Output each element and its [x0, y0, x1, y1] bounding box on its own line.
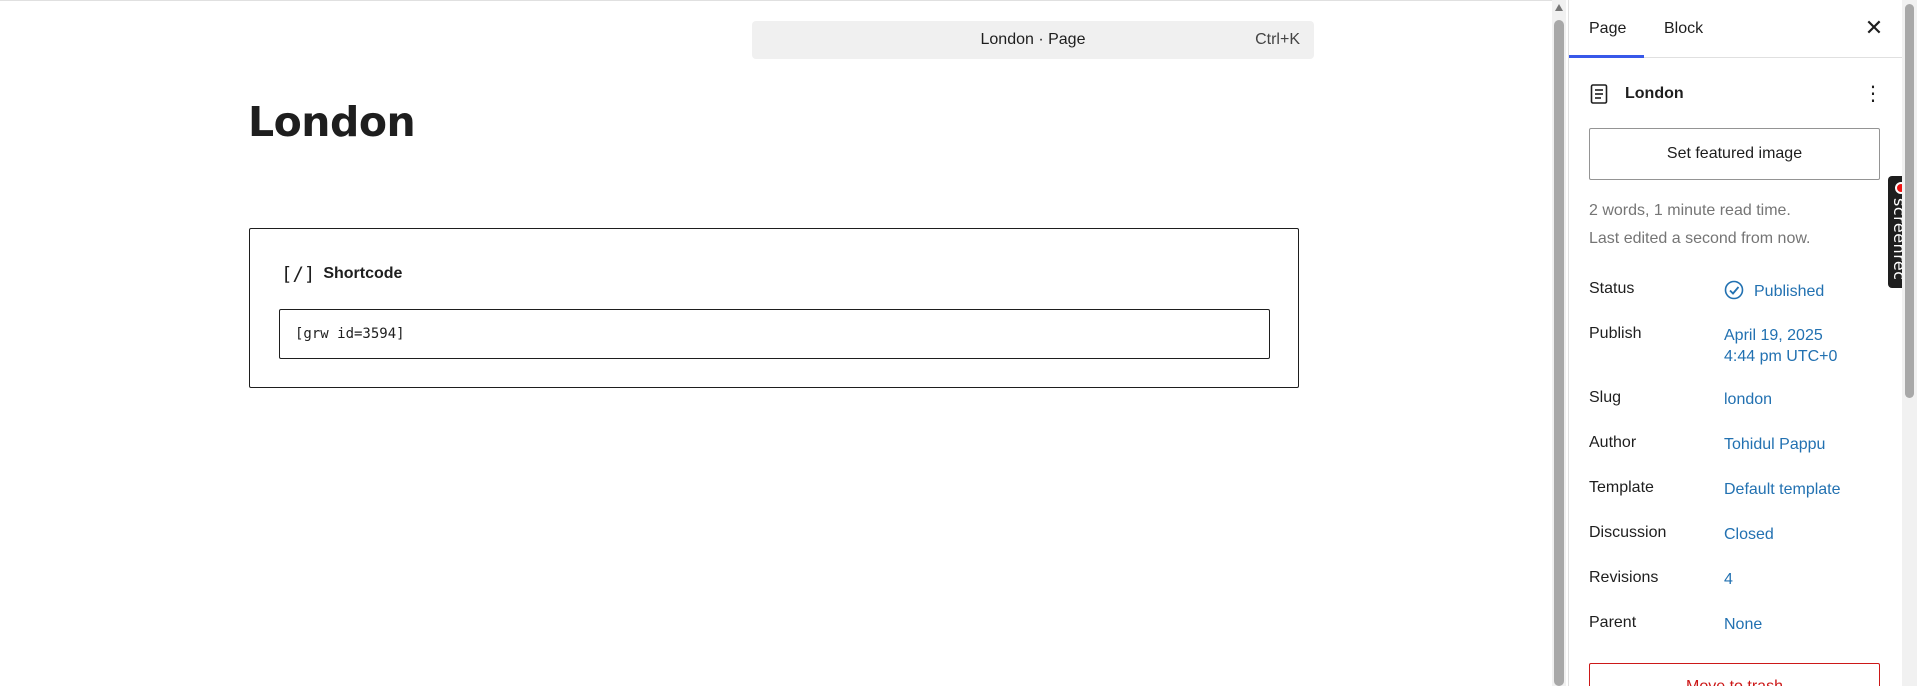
command-palette-bar[interactable]: London · Page Ctrl+K — [752, 21, 1314, 59]
sidebar-tabs: Page Block ✕ — [1569, 0, 1902, 58]
tab-page[interactable]: Page — [1569, 0, 1646, 58]
settings-sidebar: Page Block ✕ London ⋮ Set featured image… — [1568, 0, 1902, 686]
canvas-scrollbar-thumb[interactable] — [1554, 20, 1564, 686]
discussion-label: Discussion — [1589, 524, 1667, 541]
shortcode-block-label: Shortcode — [323, 265, 403, 282]
template-label: Template — [1589, 479, 1654, 496]
shortcode-block[interactable]: [/] Shortcode [grw id=3594] — [249, 228, 1299, 388]
publish-date-button[interactable]: April 19, 2025 4:44 pm UTC+0 — [1724, 325, 1837, 367]
page-document-icon — [1589, 83, 1609, 105]
discussion-value-button[interactable]: Closed — [1724, 524, 1774, 545]
template-value-button[interactable]: Default template — [1724, 479, 1841, 500]
shortcode-block-header: [/] Shortcode — [281, 263, 402, 285]
sidebar-scrollbar-thumb[interactable] — [1905, 4, 1914, 398]
scroll-up-arrow-icon[interactable] — [1555, 4, 1563, 11]
publish-time: 4:44 pm UTC+0 — [1724, 348, 1838, 365]
shortcode-input[interactable]: [grw id=3594] — [279, 309, 1270, 359]
command-bar-title: London · Page — [980, 31, 1086, 48]
editor-canvas: London · Page Ctrl+K London [/] Shortcod… — [0, 0, 1552, 686]
last-edited-text: Last edited a second from now. — [1589, 230, 1811, 247]
slug-value-button[interactable]: london — [1724, 389, 1772, 410]
status-value: Published — [1754, 283, 1825, 300]
revisions-value-button[interactable]: 4 — [1724, 569, 1733, 590]
parent-label: Parent — [1589, 614, 1637, 631]
author-value-button[interactable]: Tohidul Pappu — [1724, 434, 1825, 455]
move-to-trash-button[interactable]: Move to trash — [1589, 663, 1880, 686]
post-title[interactable]: London — [248, 98, 416, 146]
slug-label: Slug — [1589, 389, 1622, 406]
command-bar-shortcut: Ctrl+K — [1255, 31, 1300, 48]
publish-date: April 19, 2025 — [1724, 327, 1823, 344]
close-icon: ✕ — [1864, 15, 1884, 40]
status-label: Status — [1589, 280, 1635, 297]
document-title: London — [1625, 85, 1684, 102]
sidebar-scrollbar[interactable] — [1902, 0, 1917, 686]
set-featured-image-button[interactable]: Set featured image — [1589, 128, 1880, 180]
close-sidebar-button[interactable]: ✕ — [1864, 15, 1884, 40]
author-label: Author — [1589, 434, 1637, 451]
canvas-scrollbar[interactable] — [1552, 0, 1566, 686]
status-value-button[interactable]: Published — [1724, 280, 1824, 302]
document-summary: London ⋮ — [1589, 82, 1883, 106]
active-tab-indicator — [1569, 55, 1644, 58]
revisions-label: Revisions — [1589, 569, 1659, 586]
shortcode-icon: [/] — [281, 263, 316, 285]
word-count-text: 2 words, 1 minute read time. — [1589, 202, 1791, 219]
published-check-icon — [1724, 280, 1744, 300]
tab-block[interactable]: Block — [1644, 0, 1723, 58]
publish-label: Publish — [1589, 325, 1642, 342]
parent-value-button[interactable]: None — [1724, 614, 1762, 635]
more-options-icon[interactable]: ⋮ — [1863, 82, 1883, 106]
